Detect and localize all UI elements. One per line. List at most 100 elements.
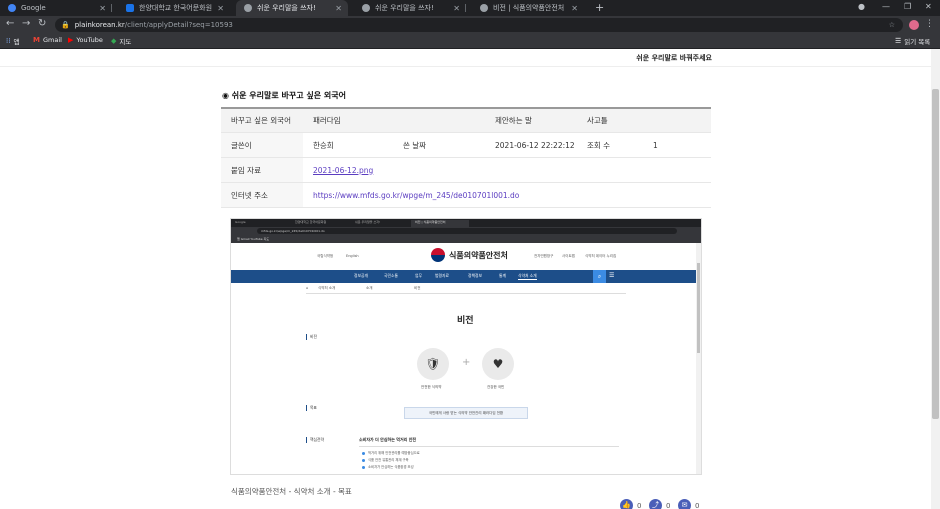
suggested-word-value: 사고틀 <box>577 107 643 133</box>
embedded-strategy-item: 식품 안전 유통관리 체계 구축 <box>362 457 409 462</box>
bookmark-label: YouTube <box>76 36 103 44</box>
close-tab-icon[interactable]: ✕ <box>335 4 342 13</box>
more-menu-icon[interactable]: ⋮ <box>925 19 934 29</box>
tab-separator <box>465 4 466 12</box>
url-label: 인터넷 주소 <box>221 182 303 208</box>
profile-avatar[interactable] <box>909 20 919 30</box>
close-window-icon[interactable]: ✕ <box>925 2 932 11</box>
close-tab-icon[interactable]: ✕ <box>453 4 460 13</box>
section-title-text: 쉬운 우리말로 바꾸고 싶은 외국어 <box>231 91 346 100</box>
header-suggested-word: 제안하는 말 <box>485 107 577 133</box>
tab-hanyang[interactable]: 한양대학교 한국어문화원 ✕ <box>118 0 230 16</box>
bookmark-maps[interactable]: ◆ 지도 <box>111 36 131 46</box>
tab-mfds[interactable]: 비전 | 식품의약품안전처 ✕ <box>472 0 584 16</box>
new-tab-button[interactable]: + <box>595 1 604 14</box>
tab-title: 비전 | 식품의약품안전처 <box>493 4 565 12</box>
embedded-tab: 한양대학교 한국어문화원 <box>295 220 327 224</box>
share-count: 0 <box>666 501 671 509</box>
embedded-nav-item: 정책정보 <box>468 273 482 278</box>
maximize-icon[interactable]: ❐ <box>904 2 911 11</box>
browser-tab-strip: Google ✕ 한양대학교 한국어문화원 ✕ 쉬운 우리말을 쓰자! ✕ 쉬운… <box>0 0 940 16</box>
reload-icon[interactable]: ↻ <box>38 18 46 29</box>
reading-list[interactable]: ☰ 읽기 목록 <box>895 36 930 46</box>
embedded-util: English <box>346 254 359 258</box>
tab-separator <box>111 4 112 12</box>
comment-icon: ✉ <box>678 499 691 509</box>
section-title: ◉ 쉬운 우리말로 바꾸고 싶은 외국어 <box>222 90 346 101</box>
views-value: 1 <box>643 132 711 158</box>
globe-icon <box>480 4 488 12</box>
bookmarks-bar: ⁞⁞ 앱 M Gmail ▶ YouTube ◆ 지도 ☰ 읽기 목록 <box>0 34 940 49</box>
embedded-nav-item: 식약처 소개 <box>518 273 537 280</box>
embedded-goal: 국민에게 사랑 받는 식의약 안전관리 패러다임 전환 <box>404 407 528 419</box>
embedded-menu-icon: ☰ <box>609 272 615 279</box>
back-arrow-icon[interactable]: ← <box>6 18 14 29</box>
tab-plainkorean-active[interactable]: 쉬운 우리말을 쓰자! ✕ <box>236 0 348 16</box>
embedded-util: 사이트맵 <box>562 254 575 258</box>
bullet-icon: ◉ <box>222 91 232 100</box>
attachment-link[interactable]: 2021-06-12.png <box>313 166 373 175</box>
embedded-logo-text: 식품의약품안전처 <box>449 250 508 260</box>
image-caption: 식품의약품안전처 - 식약처 소개 - 목표 <box>231 487 352 496</box>
globe-icon <box>244 4 252 12</box>
date-label: 쓴 날짜 <box>393 132 485 158</box>
forward-arrow-icon[interactable]: → <box>22 18 30 29</box>
embedded-strategy-item: 소비자가 안심하는 식품환경 조성 <box>362 464 414 469</box>
extension-icon[interactable]: ● <box>858 2 865 11</box>
top-hint[interactable]: 쉬운 우리말로 바꿔주세요 <box>636 53 712 63</box>
embedded-crumb: 식약처 소개 <box>318 286 336 290</box>
close-tab-icon[interactable]: ✕ <box>571 4 578 13</box>
page-scrollbar[interactable] <box>931 49 940 509</box>
embedded-nav-item: 정보공개 <box>354 273 368 278</box>
scroll-thumb[interactable] <box>932 89 939 419</box>
url-link[interactable]: https://www.mfds.go.kr/wpge/m_245/de0107… <box>313 191 519 200</box>
comment-button[interactable]: ✉ 0 <box>678 499 699 509</box>
like-icon: 👍 <box>620 499 633 509</box>
embedded-nav-item: 법령자료 <box>435 273 449 278</box>
page-content: 쉬운 우리말로 바꿔주세요 ◉ 쉬운 우리말로 바꾸고 싶은 외국어 바꾸고 싶… <box>0 49 931 509</box>
bookmark-label: Gmail <box>42 36 62 44</box>
embedded-scroll-thumb <box>697 263 700 353</box>
close-tab-icon[interactable]: ✕ <box>99 4 106 13</box>
globe-icon <box>362 4 370 12</box>
embedded-vision-caption: 건강한 국민 <box>487 385 505 389</box>
tab-title: Google <box>21 4 46 12</box>
youtube-icon: ▶ <box>68 36 74 44</box>
address-bar[interactable]: 🔒 plainkorean.kr /client/applyDetail?seq… <box>55 18 903 32</box>
embedded-util: 전자민원창구 <box>534 254 554 258</box>
empty-cell <box>393 107 485 133</box>
bookmark-label: 지도 <box>119 38 132 46</box>
taegeuk-emblem-icon <box>431 248 445 262</box>
google-favicon-icon <box>8 4 16 12</box>
embedded-crumb: 비전 <box>414 286 421 290</box>
tab-google[interactable]: Google ✕ <box>0 0 112 16</box>
embedded-address-bar: mfds.go.kr/wpge/m_245/de010701l001.do <box>257 228 677 234</box>
site-favicon-icon <box>126 4 134 12</box>
embedded-crumb: 소개 <box>366 286 373 290</box>
minimize-icon[interactable]: — <box>882 2 890 11</box>
header-foreign-word: 바꾸고 싶은 외국어 <box>221 107 303 133</box>
bookmark-apps[interactable]: ⁞⁞ 앱 <box>6 36 19 46</box>
embedded-section-label: 비전 <box>306 334 317 340</box>
attached-screenshot: Google 한양대학교 한국어문화원 쉬운 우리말을 쓰자! 비전 | 식품의… <box>231 219 701 474</box>
browser-toolbar: ← → ↻ 🔒 plainkorean.kr /client/applyDeta… <box>0 16 940 34</box>
embedded-logo: 식품의약품안전처 <box>431 248 508 262</box>
embedded-scrollbar <box>696 243 701 474</box>
tab-plainkorean[interactable]: 쉬운 우리말을 쓰자! ✕ <box>354 0 466 16</box>
url-cell: https://www.mfds.go.kr/wpge/m_245/de0107… <box>303 182 711 208</box>
embedded-nav-item: 국민소통 <box>384 273 398 278</box>
lock-icon: 🔒 <box>61 21 70 29</box>
embedded-search-icon: ⌕ <box>593 270 606 283</box>
share-button[interactable]: ⤴ 0 <box>649 499 670 509</box>
close-tab-icon[interactable]: ✕ <box>217 4 224 13</box>
author-value: 한승희 <box>303 132 393 158</box>
bookmark-star-icon[interactable]: ☆ <box>889 21 895 29</box>
embedded-tab-strip: Google 한양대학교 한국어문화원 쉬운 우리말을 쓰자! 비전 | 식품의… <box>231 219 701 227</box>
embedded-nav-item: 업무 <box>415 273 422 278</box>
embedded-bookmarks: 앱 Gmail YouTube 지도 <box>231 235 701 243</box>
bookmark-youtube[interactable]: ▶ YouTube <box>68 36 103 44</box>
bookmark-gmail[interactable]: M Gmail <box>33 36 62 44</box>
site-header: 쉬운 우리말로 바꿔주세요 <box>0 49 931 67</box>
plus-icon: + <box>462 357 471 368</box>
like-button[interactable]: 👍 0 <box>620 499 641 509</box>
